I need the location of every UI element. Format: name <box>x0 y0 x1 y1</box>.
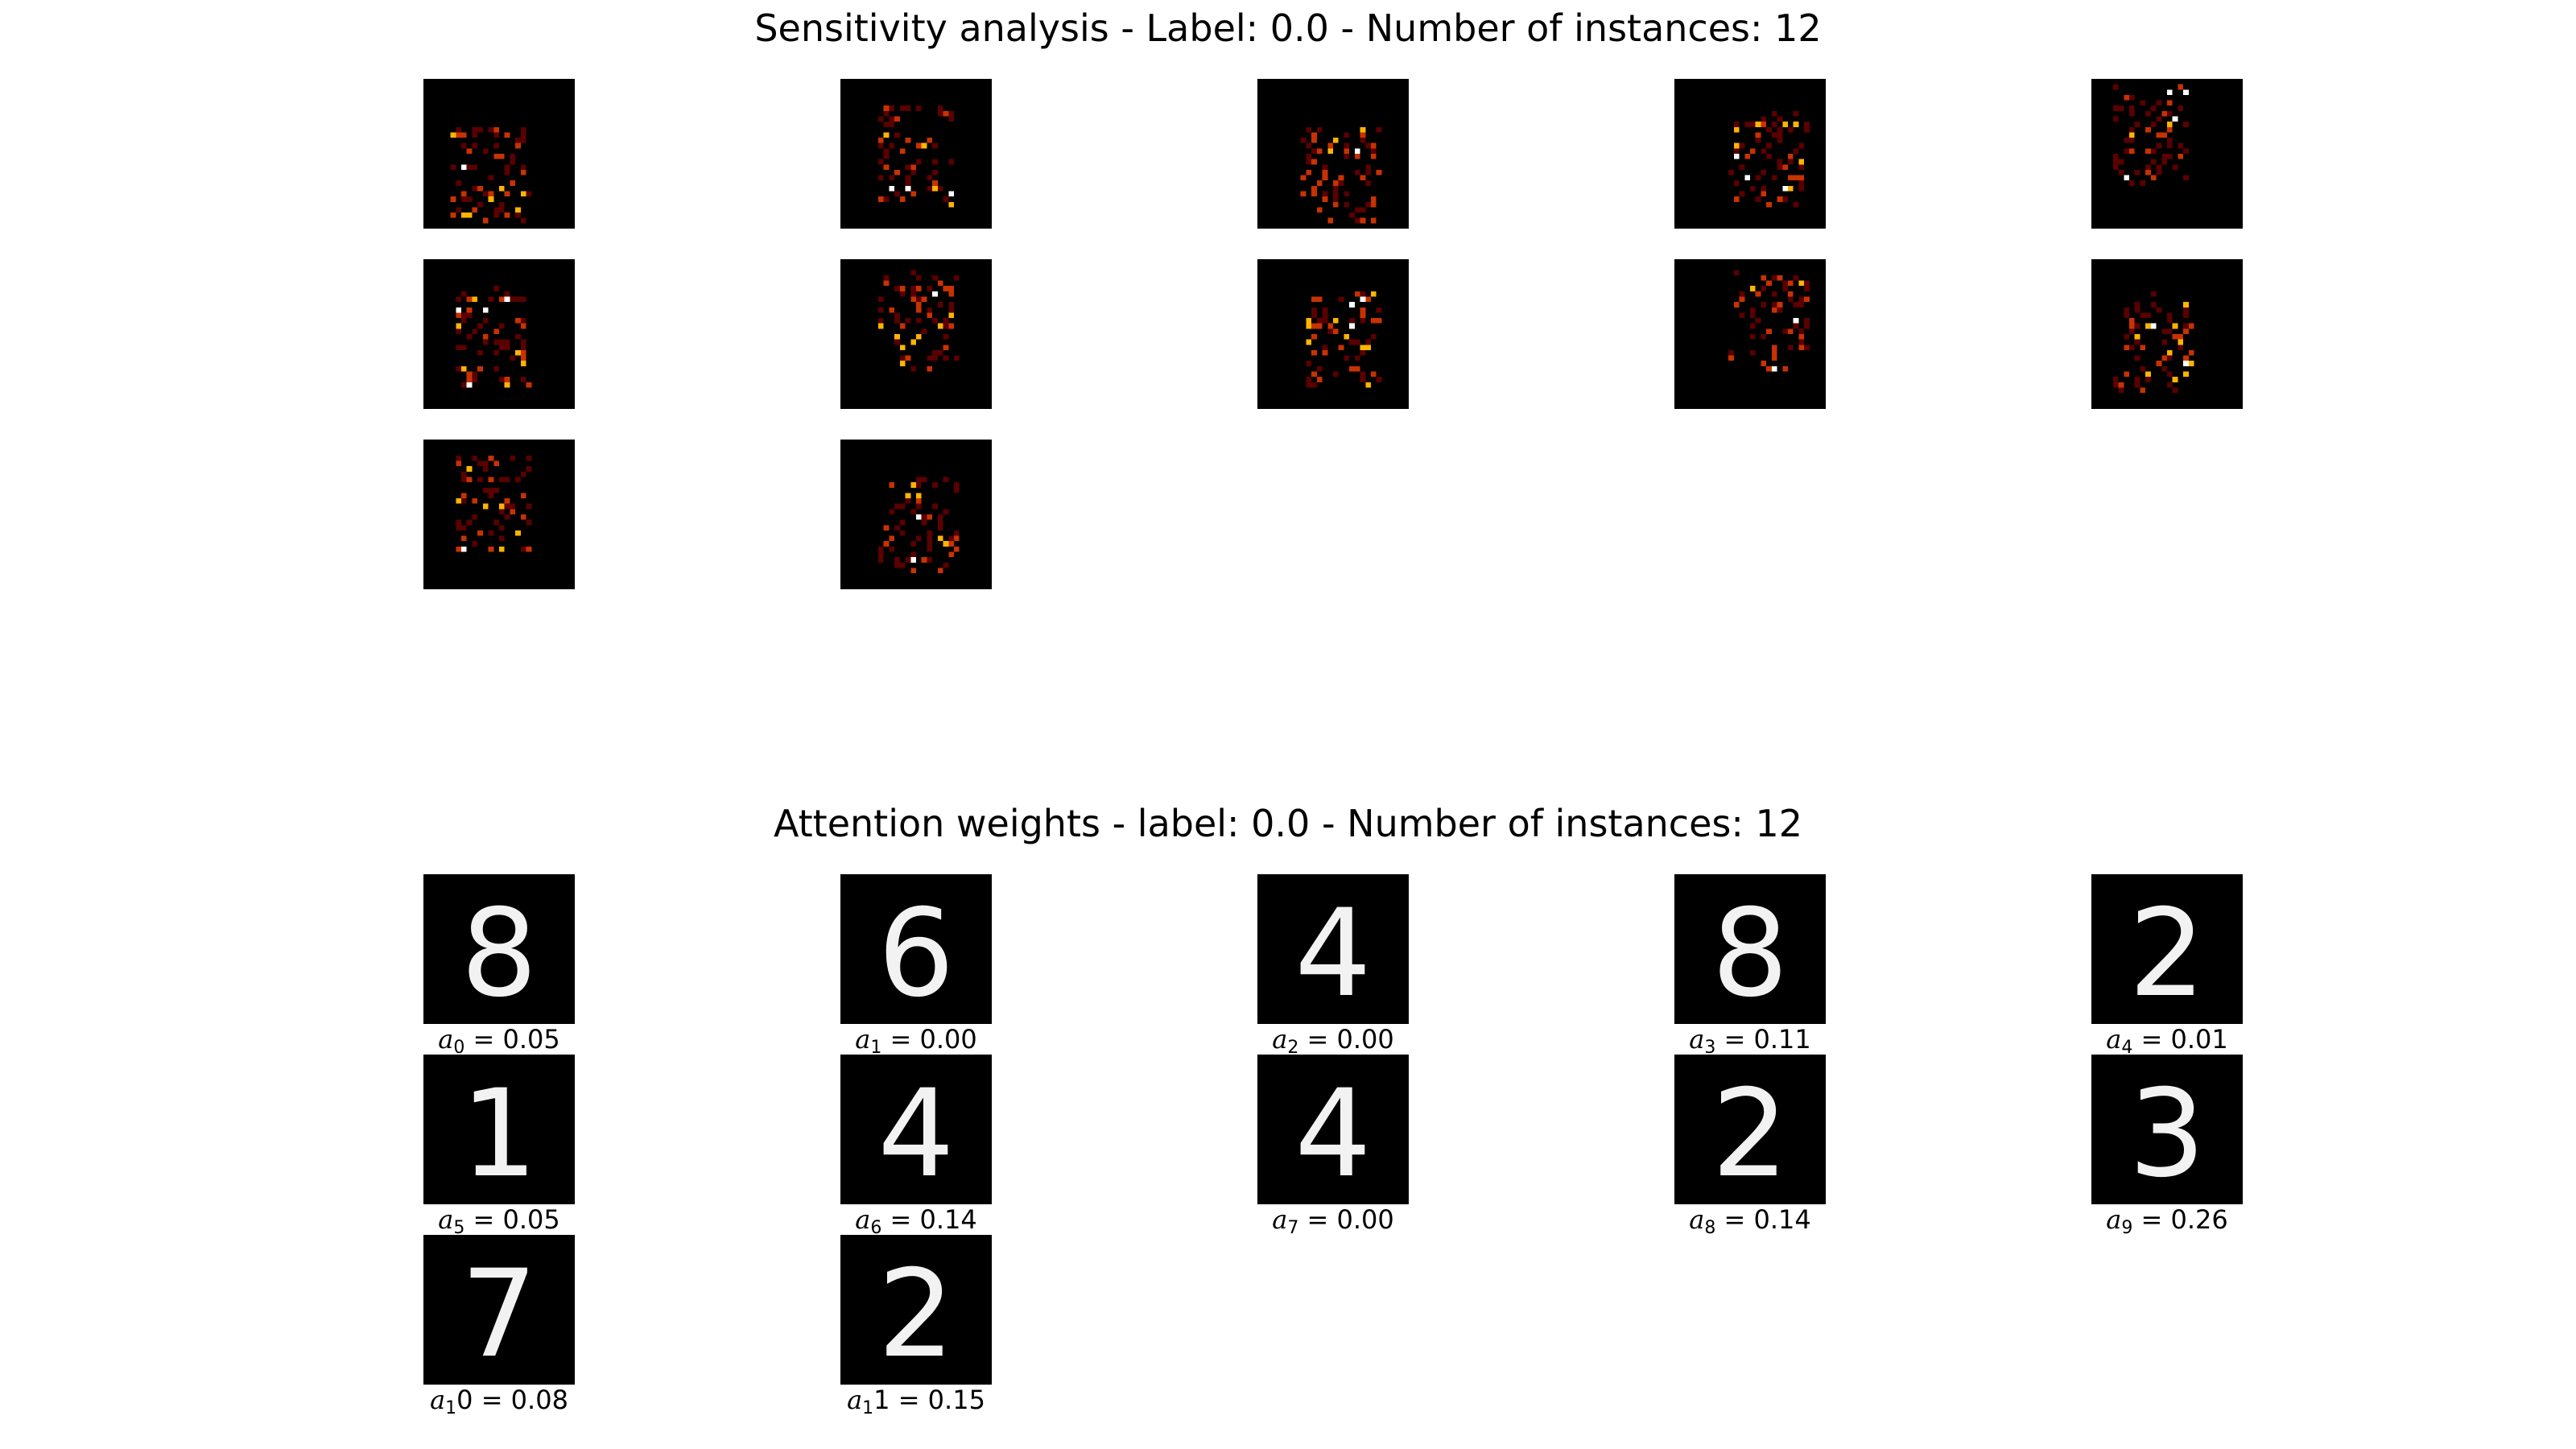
attention-weight-label: a0 = 0.05 <box>438 1024 560 1058</box>
digit-glyph: 3 <box>2128 1064 2205 1204</box>
sensitivity-map <box>840 440 992 589</box>
sensitivity-map <box>423 440 575 589</box>
attention-title: Attention weights - label: 0.0 - Number … <box>773 802 1803 845</box>
attention-weight-label: a10 = 0.08 <box>430 1385 568 1418</box>
digit-image: 8 <box>423 874 575 1024</box>
sensitivity-map <box>1257 79 1409 229</box>
sensitivity-map <box>1674 259 1826 409</box>
sensitivity-map <box>1257 259 1409 409</box>
attention-weight-label: a11 = 0.15 <box>847 1385 985 1418</box>
attention-weight-label: a5 = 0.05 <box>438 1204 560 1238</box>
attention-weight-label: a4 = 0.01 <box>2106 1024 2228 1058</box>
digit-image: 2 <box>1674 1055 1826 1204</box>
digit-image: 7 <box>423 1235 575 1385</box>
sensitivity-map <box>840 79 992 229</box>
attention-weight-label: a3 = 0.11 <box>1689 1024 1811 1058</box>
digit-glyph: 7 <box>460 1245 537 1385</box>
digit-glyph: 6 <box>877 884 954 1024</box>
attention-weight-label: a1 = 0.00 <box>855 1024 977 1058</box>
digit-image: 8 <box>1674 874 1826 1024</box>
digit-image: 1 <box>423 1055 575 1204</box>
attention-weight-label: a8 = 0.14 <box>1689 1204 1811 1238</box>
digit-glyph: 2 <box>2128 884 2205 1024</box>
sensitivity-map <box>840 259 992 409</box>
digit-glyph: 2 <box>1711 1064 1788 1204</box>
digit-glyph: 1 <box>460 1064 537 1204</box>
sensitivity-title: Sensitivity analysis - Label: 0.0 - Numb… <box>754 6 1822 50</box>
digit-image: 4 <box>1257 874 1409 1024</box>
digit-image: 4 <box>1257 1055 1409 1204</box>
digit-glyph: 4 <box>1294 1064 1371 1204</box>
sensitivity-map <box>2091 79 2243 229</box>
attention-weight-label: a2 = 0.00 <box>1272 1024 1394 1058</box>
digit-image: 2 <box>2091 874 2243 1024</box>
digit-glyph: 4 <box>877 1064 954 1204</box>
sensitivity-map <box>423 259 575 409</box>
digit-image: 4 <box>840 1055 992 1204</box>
digit-glyph: 4 <box>1294 884 1371 1024</box>
digit-image: 3 <box>2091 1055 2243 1204</box>
digit-image: 2 <box>840 1235 992 1385</box>
attention-weight-label: a9 = 0.26 <box>2106 1204 2228 1238</box>
sensitivity-map <box>423 79 575 229</box>
digit-image: 6 <box>840 874 992 1024</box>
digit-glyph: 8 <box>1711 884 1788 1024</box>
digit-glyph: 8 <box>460 884 537 1024</box>
attention-weight-label: a6 = 0.14 <box>855 1204 977 1238</box>
attention-weight-label: a7 = 0.00 <box>1272 1204 1394 1238</box>
sensitivity-map <box>2091 259 2243 409</box>
sensitivity-map <box>1674 79 1826 229</box>
digit-glyph: 2 <box>877 1245 954 1385</box>
